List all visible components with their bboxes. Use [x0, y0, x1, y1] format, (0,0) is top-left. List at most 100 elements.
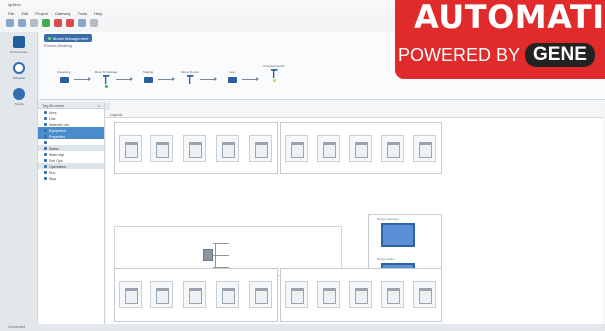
crane-icon [270, 69, 278, 78]
tag-browser-row-label: Area [49, 110, 57, 115]
left-nav: Performance Schedule Trends [0, 32, 38, 324]
device-tile[interactable] [349, 135, 372, 162]
tag-browser-row-label: Properties [49, 134, 65, 139]
device-tile[interactable] [119, 281, 142, 308]
flow-arrow [116, 77, 133, 81]
banner-brand-pill: GENE [525, 43, 595, 67]
tag-browser-row-label: Stop [49, 176, 57, 181]
tag-icon [44, 147, 47, 150]
settings-icon[interactable] [90, 19, 98, 27]
flow-tab[interactable]: Model Management [44, 34, 93, 42]
device-group-bottom-left [114, 268, 278, 322]
flow-arrow [200, 77, 217, 81]
flow-step-label: Move To Line [181, 70, 199, 74]
app-window: Ignition File Edit Project Gateway Tools… [0, 0, 605, 331]
layout-canvas: Recipe Manager Recipe Editor [106, 118, 603, 324]
tag-icon [44, 171, 47, 174]
device-tile[interactable] [249, 135, 272, 162]
refresh-icon[interactable] [78, 19, 86, 27]
device-tile[interactable] [150, 135, 173, 162]
recipe-group-label: Recipe Editor [377, 257, 396, 261]
tag-icon [44, 165, 47, 168]
stop-icon[interactable] [54, 19, 62, 27]
device-tile[interactable] [317, 281, 340, 308]
tag-icon [44, 159, 47, 162]
device-tile[interactable] [381, 281, 404, 308]
device-tile[interactable] [183, 135, 206, 162]
close-icon[interactable]: × [98, 103, 100, 108]
banner-title: AUTOMATI [414, 0, 605, 36]
device-tile[interactable] [216, 135, 239, 162]
tag-icon [44, 177, 47, 180]
banner-powered-by: POWERED BY [398, 44, 521, 65]
status-dot-icon [104, 85, 108, 88]
play-icon[interactable] [42, 19, 50, 27]
status-dot-icon [272, 79, 276, 82]
brand-banner: AUTOMATI POWERED BY GENE [395, 0, 605, 79]
device-group-bottom-right [280, 268, 442, 322]
device-tile[interactable] [317, 135, 340, 162]
line-icon [227, 77, 237, 83]
device-tile[interactable] [413, 135, 436, 162]
cut-icon[interactable] [30, 19, 38, 27]
chart-icon [13, 36, 25, 48]
device-tile[interactable] [285, 281, 308, 308]
truck-icon [59, 77, 69, 83]
open-icon[interactable] [18, 19, 26, 27]
flow-step-label: Line [229, 70, 235, 74]
banner-brand: GENE [533, 44, 587, 65]
canvas-tab[interactable]: Layout [106, 110, 603, 118]
tag-browser-row-label: Run [49, 170, 56, 175]
device-tile[interactable] [285, 135, 308, 162]
device-tile[interactable] [349, 281, 372, 308]
device-tile[interactable] [183, 281, 206, 308]
flow-step[interactable]: Move To Line [176, 70, 204, 84]
tag-browser-row[interactable]: Stop [38, 175, 104, 181]
status-dot-icon [48, 36, 51, 40]
flow-step[interactable]: Receiving [50, 70, 78, 83]
tag-icon [44, 141, 47, 144]
crane-icon [102, 75, 110, 84]
tag-browser-title: Tag Browser [42, 103, 65, 108]
tag-browser-row-label: Equipment [49, 128, 66, 133]
recipe-manager-tile[interactable] [381, 223, 415, 247]
warehouse-icon [143, 77, 153, 83]
flow-step-label: Staging [142, 70, 154, 74]
tag-icon [44, 153, 47, 156]
flow-step[interactable]: Line [218, 70, 246, 83]
flow-subtitle: Process Modeling [44, 44, 72, 48]
flow-step[interactable]: Finished Goods [260, 64, 288, 82]
process-flow: Receiving Move To Storage Staging Move T… [50, 64, 340, 90]
flow-step-label: Move To Storage [94, 70, 118, 74]
record-icon[interactable] [66, 19, 74, 27]
device-tile[interactable] [150, 281, 173, 308]
device-tile[interactable] [413, 281, 436, 308]
tree-branch [213, 255, 229, 256]
device-group-top-left [114, 122, 278, 174]
tree-root-node[interactable] [203, 249, 213, 261]
flow-tab-label: Model Management [53, 35, 89, 41]
genealogy-tree [203, 241, 233, 271]
flow-arrow [158, 77, 175, 81]
save-icon[interactable] [6, 19, 14, 27]
device-tile[interactable] [381, 135, 404, 162]
flow-step[interactable]: Staging [134, 70, 162, 83]
flow-step-label: Finished Goods [263, 64, 285, 68]
tag-browser-row-label: Operations [49, 164, 67, 169]
gauge-icon [13, 88, 25, 100]
device-tile[interactable] [249, 281, 272, 308]
tag-browser-list: Area Line Material Lots Equipment Properties… [38, 109, 104, 181]
tag-icon [44, 129, 47, 132]
tag-icon [44, 117, 47, 120]
nav-item-performance[interactable]: Performance [0, 32, 38, 58]
clock-icon [13, 62, 25, 74]
window-title: Ignition [8, 2, 21, 7]
tag-browser-row-label: Status [49, 146, 59, 151]
flow-step-label: Receiving [57, 70, 71, 74]
tag-icon [44, 111, 47, 114]
device-tile[interactable] [216, 281, 239, 308]
nav-item-schedule[interactable]: Schedule [0, 58, 38, 84]
nav-item-trends[interactable]: Trends [0, 84, 38, 110]
device-tile[interactable] [119, 135, 142, 162]
nav-label: Performance [10, 50, 28, 54]
